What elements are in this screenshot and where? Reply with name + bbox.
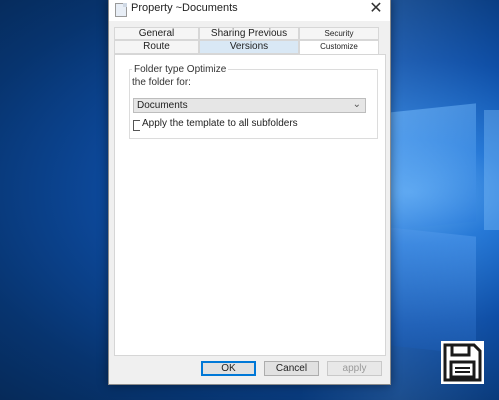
dialog-title: Property ~Documents: [131, 2, 238, 14]
tab-security[interactable]: Security: [299, 27, 379, 40]
apply-subfolders-label: Apply the template to all subfolders: [142, 118, 298, 129]
close-icon[interactable]: ✕: [368, 0, 384, 18]
floppy-disk-icon[interactable]: [441, 341, 484, 384]
tabs-row-top: General Sharing Previous Security: [114, 27, 384, 40]
properties-dialog: Property ~Documents ✕ General Sharing Pr…: [108, 0, 391, 385]
tabs-row-bottom: Route Versions Customize: [114, 40, 384, 54]
tab-versions[interactable]: Versions: [199, 40, 299, 54]
apply-subfolders-checkbox[interactable]: [133, 120, 140, 131]
windows-logo-pane-edge: [484, 110, 499, 230]
cancel-button[interactable]: Cancel: [264, 361, 319, 376]
tab-customize[interactable]: Customize: [299, 40, 379, 54]
folder-type-dropdown[interactable]: Documents ⌄: [133, 98, 366, 113]
windows-logo-pane-bottom: [388, 227, 476, 355]
ok-button[interactable]: OK: [201, 361, 256, 376]
windows-logo-pane-top: [388, 103, 476, 231]
tab-route[interactable]: Route: [114, 40, 199, 54]
tab-content-panel: Folder type Optimize the folder for: Doc…: [114, 54, 386, 356]
apply-button[interactable]: apply: [327, 361, 382, 376]
tab-general[interactable]: General: [114, 27, 199, 40]
group-subtitle: the folder for:: [132, 77, 191, 88]
tab-sharing-previous[interactable]: Sharing Previous: [199, 27, 299, 40]
group-title: Folder type Optimize: [132, 64, 229, 75]
document-icon: [115, 3, 127, 17]
dialog-titlebar[interactable]: Property ~Documents ✕: [109, 0, 390, 21]
dropdown-value: Documents: [137, 100, 188, 111]
chevron-down-icon: ⌄: [352, 99, 361, 110]
